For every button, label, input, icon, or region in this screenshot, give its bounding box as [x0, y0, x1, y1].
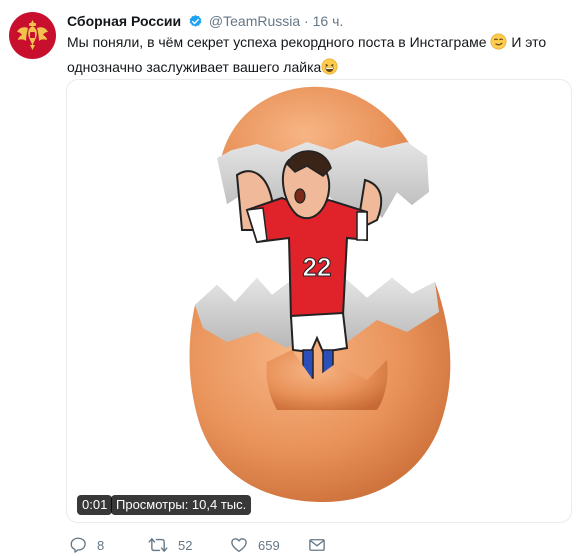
retweet-icon — [148, 538, 168, 552]
message-button[interactable] — [308, 536, 326, 554]
grinning-emoji-icon — [321, 58, 338, 81]
reply-button[interactable]: 8 — [69, 536, 104, 554]
tweet-text: Мы поняли, в чём секрет успеха рекордног… — [67, 31, 572, 81]
avatar[interactable] — [9, 12, 56, 59]
separator-dot: · — [304, 13, 309, 29]
player-jersey-number: 22 — [303, 252, 332, 282]
like-count: 659 — [258, 537, 280, 553]
tweet-header: Сборная России @TeamRussia · 16 ч. — [67, 12, 343, 33]
heart-icon — [231, 538, 247, 553]
reply-icon — [70, 537, 86, 553]
author-name[interactable]: Сборная России — [67, 13, 181, 29]
egg-illustration: 22 — [189, 86, 451, 502]
author-handle[interactable]: @TeamRussia — [209, 13, 300, 29]
tweet-timestamp[interactable]: 16 ч. — [313, 13, 344, 29]
retweet-count: 52 — [178, 537, 193, 553]
video-player[interactable]: 22 — [66, 79, 572, 523]
reply-count: 8 — [97, 537, 105, 553]
retweet-button[interactable]: 52 — [148, 536, 192, 554]
video-views-badge: Просмотры: 10,4 тыс. — [111, 495, 252, 515]
tweet-text-part1: Мы поняли, в чём секрет успеха рекордног… — [67, 34, 487, 50]
envelope-icon — [309, 539, 325, 551]
smirk-emoji-icon — [490, 33, 507, 56]
like-button[interactable]: 659 — [230, 536, 280, 554]
russia-emblem-icon — [10, 13, 55, 58]
video-duration-badge: 0:01 — [77, 495, 113, 515]
